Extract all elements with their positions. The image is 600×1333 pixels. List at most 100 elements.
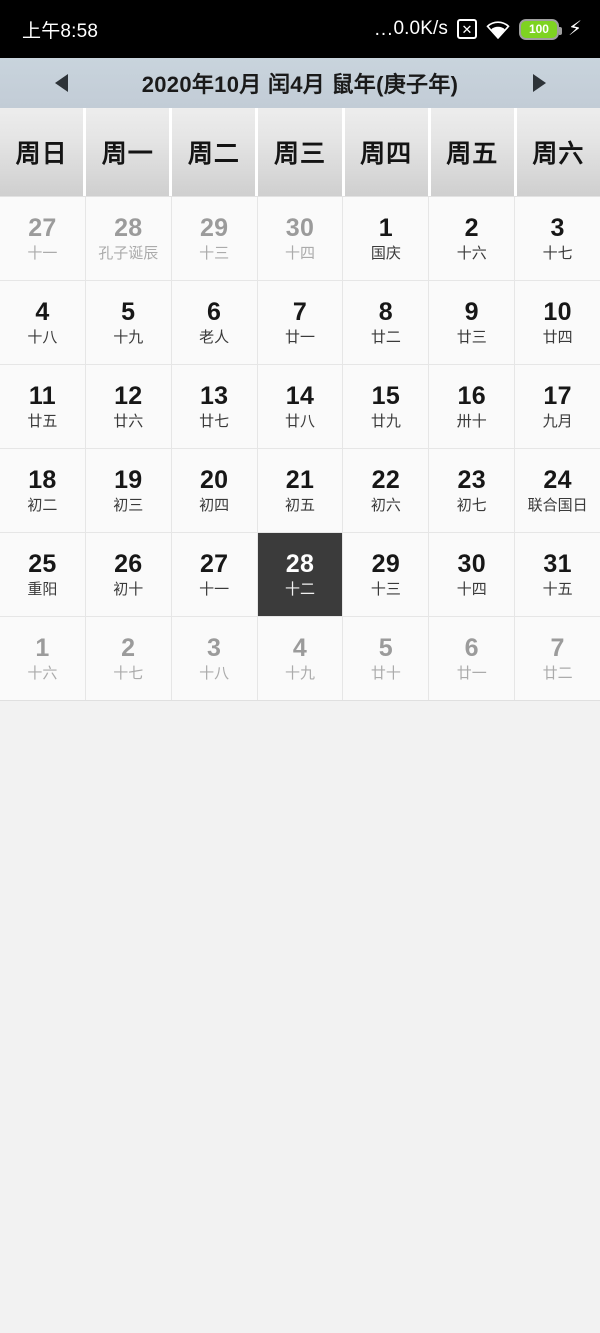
weekday-label: 周二 — [187, 140, 240, 168]
day-number: 14 — [285, 382, 315, 410]
day-cell[interactable]: 22 初六 — [343, 449, 430, 532]
day-number: 3 — [550, 214, 565, 242]
status-clock: 上午8:58 — [22, 20, 99, 42]
day-cell-selected[interactable]: 28 十二 — [257, 533, 344, 616]
day-number: 1 — [35, 634, 50, 662]
day-lunar-label: 廿八 — [285, 413, 316, 431]
day-lunar-label: 廿一 — [285, 329, 316, 347]
day-lunar-label: 初四 — [199, 497, 230, 515]
day-lunar-label: 廿三 — [456, 329, 487, 347]
day-number: 13 — [199, 382, 229, 410]
day-cell[interactable]: 14 廿八 — [257, 365, 344, 448]
day-lunar-label: 十九 — [285, 665, 316, 683]
day-number: 26 — [114, 550, 143, 578]
battery-level-label: 100 — [528, 22, 549, 36]
day-lunar-label: 廿六 — [113, 413, 144, 431]
day-cell[interactable]: 24 联合国日 — [515, 449, 600, 532]
day-cell[interactable]: 31 十五 — [515, 533, 600, 616]
day-cell[interactable]: 30 十四 — [257, 197, 344, 280]
calendar-week-row: 25 重阳 26 初十 27 十一 28 十二 29 十三 30 十四 31 十五 — [0, 533, 600, 617]
day-cell[interactable]: 21 初五 — [257, 449, 344, 532]
day-cell[interactable]: 8 廿二 — [343, 281, 430, 364]
weekday-label: 周一 — [101, 140, 154, 168]
day-cell[interactable]: 6 老人 — [171, 281, 258, 364]
day-cell[interactable]: 4 十八 — [0, 281, 86, 364]
day-number: 1 — [378, 214, 393, 242]
day-number: 31 — [543, 550, 572, 578]
day-cell[interactable]: 11 廿五 — [0, 365, 86, 448]
day-lunar-label: 十六 — [27, 665, 58, 683]
weekday-header-3: 周三 — [258, 108, 345, 196]
day-cell[interactable]: 16 卅十 — [429, 365, 516, 448]
day-cell[interactable]: 2 十七 — [85, 617, 172, 700]
day-cell[interactable]: 13 廿七 — [171, 365, 258, 448]
day-cell[interactable]: 26 初十 — [85, 533, 172, 616]
next-month-button[interactable] — [526, 70, 552, 96]
day-cell[interactable]: 4 十九 — [257, 617, 344, 700]
day-lunar-label: 卅十 — [456, 413, 487, 431]
day-lunar-label: 十四 — [285, 245, 316, 263]
prev-month-button[interactable] — [48, 70, 74, 96]
day-cell[interactable]: 9 廿三 — [429, 281, 516, 364]
day-cell[interactable]: 12 廿六 — [85, 365, 172, 448]
day-cell[interactable]: 1 十六 — [0, 617, 86, 700]
day-number: 8 — [378, 298, 393, 326]
day-number: 11 — [28, 382, 56, 410]
empty-content-area — [0, 701, 600, 1333]
day-number: 3 — [207, 634, 222, 662]
weekday-label: 周三 — [273, 140, 326, 168]
day-cell[interactable]: 3 十七 — [515, 197, 600, 280]
day-number: 25 — [28, 550, 57, 578]
day-number: 7 — [550, 634, 565, 662]
day-cell[interactable]: 28 孔子诞辰 — [85, 197, 172, 280]
day-cell[interactable]: 1 国庆 — [343, 197, 430, 280]
weekday-header-5: 周五 — [430, 108, 517, 196]
day-number: 6 — [207, 298, 222, 326]
day-cell[interactable]: 30 十四 — [429, 533, 516, 616]
day-lunar-label: 九月 — [542, 413, 573, 431]
day-number: 12 — [114, 382, 143, 410]
day-cell[interactable]: 5 十九 — [85, 281, 172, 364]
day-number: 19 — [114, 466, 143, 494]
calendar-week-row: 11 廿五 12 廿六 13 廿七 14 廿八 15 廿九 16 卅十 17 九月 — [0, 365, 600, 449]
chevron-right-icon — [532, 74, 546, 92]
day-lunar-label: 十二 — [285, 581, 316, 599]
speed-dots: ... — [374, 19, 394, 40]
weekday-header-2: 周二 — [172, 108, 259, 196]
day-cell[interactable]: 29 十三 — [171, 197, 258, 280]
day-cell[interactable]: 15 廿九 — [343, 365, 430, 448]
day-lunar-label: 初三 — [113, 497, 144, 515]
status-bar: 上午8:58 ... 0.0K/s ✕ 100 ⚡ — [0, 0, 600, 58]
weekday-label: 周六 — [532, 140, 585, 168]
day-number: 30 — [457, 550, 486, 578]
day-cell[interactable]: 25 重阳 — [0, 533, 86, 616]
calendar-app-screen: 上午8:58 ... 0.0K/s ✕ 100 ⚡ 2020年10月 闰4月 鼠年… — [0, 0, 600, 1333]
calendar-week-row: 18 初二 19 初三 20 初四 21 初五 22 初六 23 初七 24 联合国日 — [0, 449, 600, 533]
day-cell[interactable]: 3 十八 — [171, 617, 258, 700]
day-lunar-label: 十一 — [27, 245, 58, 263]
day-number: 21 — [285, 466, 315, 494]
day-cell[interactable]: 29 十三 — [343, 533, 430, 616]
day-cell[interactable]: 2 十六 — [429, 197, 516, 280]
weekday-header-4: 周四 — [344, 108, 431, 196]
day-cell[interactable]: 23 初七 — [429, 449, 516, 532]
day-cell[interactable]: 7 廿二 — [515, 617, 600, 700]
day-cell[interactable]: 19 初三 — [85, 449, 172, 532]
day-cell[interactable]: 27 十一 — [0, 197, 86, 280]
day-lunar-label: 廿一 — [456, 665, 487, 683]
day-lunar-label: 廿十 — [370, 665, 401, 683]
day-cell[interactable]: 7 廿一 — [257, 281, 344, 364]
day-cell[interactable]: 17 九月 — [515, 365, 600, 448]
day-number: 24 — [543, 466, 572, 494]
day-cell[interactable]: 10 廿四 — [515, 281, 600, 364]
chevron-left-icon — [54, 74, 68, 92]
day-lunar-label: 廿二 — [370, 329, 401, 347]
day-cell[interactable]: 5 廿十 — [343, 617, 430, 700]
day-cell[interactable]: 20 初四 — [171, 449, 258, 532]
day-number: 22 — [371, 466, 401, 494]
day-cell[interactable]: 6 廿一 — [429, 617, 516, 700]
weekday-header-6: 周六 — [516, 108, 600, 196]
day-cell[interactable]: 18 初二 — [0, 449, 86, 532]
day-cell[interactable]: 27 十一 — [171, 533, 258, 616]
day-number: 7 — [292, 298, 308, 326]
